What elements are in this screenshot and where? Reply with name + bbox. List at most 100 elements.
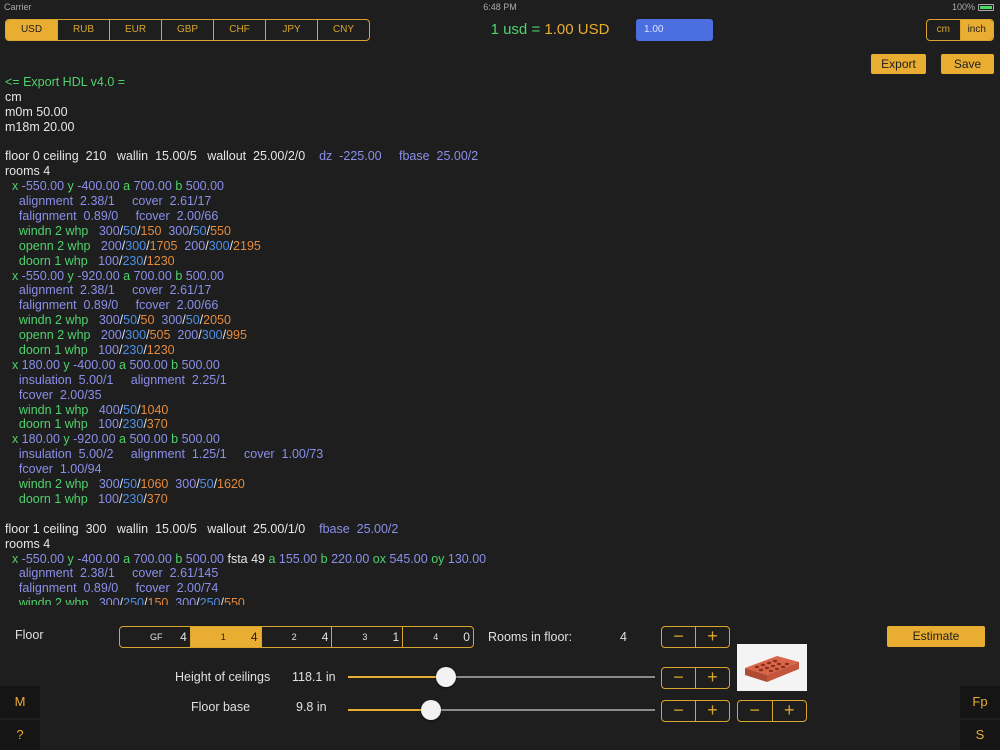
ceiling-height-slider[interactable]	[348, 667, 655, 687]
hdl-line: floor 0 ceiling 210 wallin 15.00/5 wallo…	[5, 149, 995, 164]
ceiling-increment-button[interactable]: +	[696, 668, 729, 688]
hdl-token: 230	[122, 491, 144, 506]
floor-base-increment-button[interactable]: +	[696, 701, 729, 721]
unit-option-cm[interactable]: cm	[927, 20, 961, 40]
currency-option-eur[interactable]: EUR	[110, 20, 162, 40]
hdl-token: alignment 2.38/1 cover 2.61/145	[5, 566, 219, 581]
hdl-token: openn 2 whp	[5, 328, 101, 343]
floor-option-gf[interactable]: GF 4	[120, 627, 191, 647]
export-button[interactable]: Export	[871, 54, 926, 74]
hdl-token: y	[67, 179, 78, 194]
hdl-token: 2195	[233, 238, 261, 253]
hdl-token: oy	[431, 551, 448, 566]
hdl-token: 300	[154, 313, 183, 328]
help-button[interactable]: ?	[0, 720, 40, 750]
hdl-token: floor 0 ceiling 210 wallin 15.00/5 wallo…	[5, 149, 320, 164]
hdl-text-view[interactable]: <= Export HDL v4.0 = cm m0m 50.00 m18m 20.0…	[5, 75, 995, 605]
save-button[interactable]: Save	[941, 54, 994, 74]
estimate-button[interactable]: Estimate	[887, 626, 985, 647]
hdl-token: windn 2 whp	[5, 223, 99, 238]
rate-input[interactable]: 1.00	[636, 19, 713, 41]
floor-base-slider[interactable]	[348, 700, 655, 720]
hdl-token: doorn 1 whp	[5, 491, 99, 506]
rate-to: 1.00 USD	[544, 21, 610, 38]
currency-selector[interactable]: USD RUB EUR GBP CHF JPY CNY	[5, 19, 370, 41]
floor-base-decrement-button[interactable]: −	[662, 701, 696, 721]
hdl-line: m18m 20.00	[5, 120, 995, 135]
hdl-line: alignment 2.38/1 cover 2.61/17	[5, 283, 995, 298]
rooms-increment-button[interactable]: +	[696, 627, 729, 647]
hdl-line	[5, 135, 995, 150]
hdl-token: fcover 1.00/94	[5, 462, 102, 477]
s-button[interactable]: S	[960, 720, 1000, 750]
base-slider-thumb[interactable]	[421, 700, 441, 720]
ceiling-decrement-button[interactable]: −	[662, 668, 696, 688]
rooms-stepper[interactable]: − +	[661, 626, 730, 648]
hdl-line: x -550.00 y -400.00 a 700.00 b 500.00 fs…	[5, 552, 995, 567]
hdl-token: 150	[147, 596, 169, 605]
hdl-token: a	[119, 357, 130, 372]
currency-option-usd[interactable]: USD	[6, 20, 58, 40]
hdl-token: ox	[372, 551, 390, 566]
floor-base-stepper[interactable]: − +	[661, 700, 730, 722]
hdl-token: 500.00	[185, 551, 228, 566]
hdl-token: b	[175, 179, 186, 194]
floor-plan-button[interactable]: Fp	[960, 686, 1000, 718]
hdl-line: openn 2 whp 200/300/1705 200/300/2195	[5, 239, 995, 254]
m-button[interactable]: M	[0, 686, 40, 718]
ceiling-slider-thumb[interactable]	[436, 667, 456, 687]
exchange-rate: 1 usd = 1.00 USD	[480, 21, 620, 38]
hdl-token: floor 1 ceiling 300 wallin 15.00/5 wallo…	[5, 521, 320, 536]
hdl-line: windn 2 whp 300/50/150 300/50/550	[5, 224, 995, 239]
material-increment-button[interactable]: +	[773, 701, 807, 721]
currency-option-jpy[interactable]: JPY	[266, 20, 318, 40]
hdl-line: rooms 4	[5, 537, 995, 552]
hdl-token: fsta 49	[227, 551, 269, 566]
floor-option-4[interactable]: 40	[403, 627, 473, 647]
hdl-line: windn 1 whp 400/50/1040	[5, 403, 995, 418]
hdl-token: 230	[122, 343, 144, 358]
ceiling-height-value: 118.1 in	[292, 670, 336, 684]
hdl-token: 250	[123, 596, 145, 605]
ceiling-stepper[interactable]: − +	[661, 667, 730, 689]
hdl-token: 100	[98, 253, 119, 268]
hdl-token: 1060	[140, 477, 169, 492]
hdl-token: x	[5, 432, 22, 447]
hdl-token: 155.00	[278, 551, 321, 566]
hdl-token: <= Export HDL v4.0 =	[5, 75, 126, 89]
floor-option-1[interactable]: 14	[190, 627, 262, 647]
currency-option-chf[interactable]: CHF	[214, 20, 266, 40]
hdl-token: 150	[140, 223, 162, 238]
floor-selector[interactable]: GF 4 1 4 2 4 3 1 4 0	[119, 626, 474, 648]
hdl-token: 370	[146, 491, 168, 506]
hdl-line	[5, 507, 995, 522]
hdl-token: 300	[208, 238, 230, 253]
hdl-token: 200	[100, 238, 122, 253]
hdl-token: 500.00	[185, 268, 224, 283]
currency-option-rub[interactable]: RUB	[58, 20, 110, 40]
floor-option-label: 1	[220, 632, 226, 642]
rooms-in-floor-label: Rooms in floor:	[488, 630, 573, 644]
currency-option-cny[interactable]: CNY	[318, 20, 369, 40]
currency-option-gbp[interactable]: GBP	[162, 20, 214, 40]
floor-option-label: 2	[291, 632, 297, 642]
hdl-token: 50	[140, 313, 155, 328]
hdl-line: windn 2 whp 300/250/150 300/250/550	[5, 596, 995, 605]
material-stepper[interactable]: − +	[737, 700, 807, 722]
rooms-decrement-button[interactable]: −	[662, 627, 696, 647]
floor-option-2[interactable]: 24	[262, 627, 333, 647]
unit-selector[interactable]: cm inch	[926, 19, 994, 41]
hdl-token: -920.00	[73, 432, 119, 447]
hdl-token: 230	[122, 253, 144, 268]
hdl-token: windn 2 whp	[5, 596, 99, 605]
hdl-token: y	[67, 268, 78, 283]
floor-option-3[interactable]: 31	[332, 627, 404, 647]
hdl-token: 100	[98, 343, 119, 358]
unit-option-inch[interactable]: inch	[960, 20, 993, 40]
hdl-line: windn 2 whp 300/50/1060 300/50/1620	[5, 477, 995, 492]
hdl-token: 300	[201, 328, 223, 343]
brick-material-tile[interactable]	[737, 644, 807, 691]
hdl-token: a	[119, 432, 130, 447]
hdl-line: rooms 4	[5, 164, 995, 179]
material-decrement-button[interactable]: −	[738, 701, 773, 721]
